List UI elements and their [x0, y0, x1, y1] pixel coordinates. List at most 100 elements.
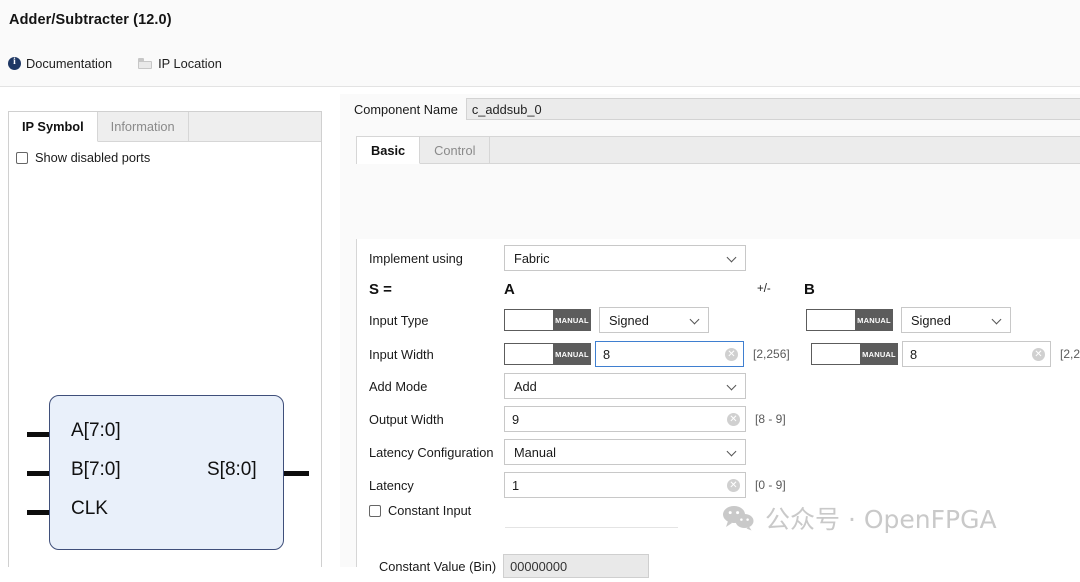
output-width-hint: [8 - 9]	[755, 412, 786, 426]
add-mode-row: Add Mode Add	[369, 373, 746, 399]
ip-symbol-diagram: A[7:0] B[7:0] CLK S[8:0]	[9, 382, 323, 582]
latency-configuration-label: Latency Configuration	[369, 445, 504, 460]
input-width-b-field[interactable]: 8 ✕	[902, 341, 1051, 367]
implement-using-row: Implement using Fabric	[369, 245, 746, 271]
toolbar: i Documentation IP Location	[0, 40, 1080, 87]
input-type-b-value: Signed	[911, 313, 951, 328]
section-divider	[505, 527, 678, 528]
documentation-button[interactable]: i Documentation	[6, 54, 114, 73]
tab-control-label: Control	[434, 143, 475, 158]
input-type-b-dropdown[interactable]: Signed	[901, 307, 1011, 333]
input-width-row: Input Width MANUAL 8 ✕ [2,256] MANUAL 8 …	[369, 341, 1080, 367]
tab-ip-symbol[interactable]: IP Symbol	[9, 112, 98, 142]
input-type-a-dropdown[interactable]: Signed	[599, 307, 709, 333]
input-width-a-value: 8	[603, 347, 725, 362]
add-mode-label: Add Mode	[369, 379, 504, 394]
chevron-down-icon	[728, 253, 738, 263]
input-type-a-toggle-label: MANUAL	[554, 310, 590, 330]
chevron-down-icon	[728, 447, 738, 457]
chevron-down-icon	[993, 315, 1003, 325]
input-width-a-field[interactable]: 8 ✕	[595, 341, 744, 367]
latency-configuration-row: Latency Configuration Manual	[369, 439, 746, 465]
clear-icon[interactable]: ✕	[1032, 348, 1045, 361]
input-type-b-toggle-label: MANUAL	[856, 310, 892, 330]
tab-basic[interactable]: Basic	[357, 137, 420, 164]
operator-label: +/-	[757, 283, 804, 295]
input-type-row: Input Type MANUAL Signed MANUAL Signed	[369, 307, 1011, 333]
ip-symbol-body: Show disabled ports A[7:0] B[7:0] CLK S[…	[9, 142, 321, 567]
tab-control[interactable]: Control	[420, 137, 490, 163]
pin-clk	[27, 510, 51, 515]
input-type-label: Input Type	[369, 313, 504, 328]
constant-input-checkbox[interactable]	[369, 505, 381, 517]
latency-label: Latency	[369, 478, 504, 493]
output-width-field[interactable]: 9 ✕	[504, 406, 746, 432]
constant-input-row[interactable]: Constant Input	[369, 503, 471, 518]
toggle-knob	[807, 310, 856, 330]
clear-icon[interactable]: ✕	[727, 479, 740, 492]
clear-icon[interactable]: ✕	[725, 348, 738, 361]
input-type-a-manual-toggle[interactable]: MANUAL	[504, 309, 591, 331]
latency-value: 1	[512, 478, 727, 493]
clear-icon[interactable]: ✕	[727, 413, 740, 426]
equation-result-label: S =	[369, 281, 504, 298]
ip-location-button[interactable]: IP Location	[136, 54, 224, 73]
implement-using-value: Fabric	[514, 251, 550, 266]
chevron-down-icon	[691, 315, 701, 325]
add-mode-value: Add	[514, 379, 537, 394]
constant-value-row: Constant Value (Bin) 00000000	[379, 554, 649, 578]
page-title: Adder/Subtracter (12.0)	[9, 12, 172, 28]
input-width-b-value: 8	[910, 347, 1032, 362]
implement-using-label: Implement using	[369, 251, 504, 266]
latency-row: Latency 1 ✕ [0 - 9]	[369, 472, 786, 498]
port-label-s: S[8:0]	[207, 459, 257, 481]
constant-input-label: Constant Input	[388, 503, 471, 518]
folder-icon	[138, 57, 153, 69]
toggle-knob	[505, 344, 554, 364]
input-width-a-hint: [2,256]	[753, 347, 811, 361]
equation-row: S = A +/- B	[369, 276, 815, 302]
window-titlebar: Adder/Subtracter (12.0)	[0, 0, 1080, 40]
ip-config-panel: Component Name c_addsub_0 Basic Control …	[340, 94, 1080, 567]
input-width-b-hint: [2,256]	[1060, 347, 1080, 361]
input-type-a-value: Signed	[609, 313, 649, 328]
pin-s	[283, 471, 309, 476]
input-width-a-toggle-label: MANUAL	[554, 344, 590, 364]
pin-a	[27, 432, 51, 437]
toggle-knob	[505, 310, 554, 330]
pin-b	[27, 471, 51, 476]
ip-location-label: IP Location	[158, 56, 222, 71]
latency-configuration-dropdown[interactable]: Manual	[504, 439, 746, 465]
component-name-label: Component Name	[354, 102, 458, 117]
input-width-b-manual-toggle[interactable]: MANUAL	[811, 343, 898, 365]
tab-basic-label: Basic	[371, 143, 405, 158]
latency-hint: [0 - 9]	[755, 478, 786, 492]
tab-information-label: Information	[111, 119, 175, 134]
chevron-down-icon	[728, 381, 738, 391]
config-tabstrip: Basic Control	[356, 136, 1080, 164]
tab-information[interactable]: Information	[98, 112, 189, 141]
port-label-a: A[7:0]	[71, 420, 121, 442]
show-disabled-ports-row[interactable]: Show disabled ports	[9, 142, 321, 165]
input-width-a-manual-toggle[interactable]: MANUAL	[504, 343, 591, 365]
constant-value-field[interactable]: 00000000	[503, 554, 649, 578]
operand-b-label: B	[804, 281, 815, 298]
show-disabled-ports-checkbox[interactable]	[16, 152, 28, 164]
output-width-value: 9	[512, 412, 727, 427]
component-name-row: Component Name c_addsub_0	[340, 94, 1080, 124]
output-width-label: Output Width	[369, 412, 504, 427]
component-name-input[interactable]: c_addsub_0	[466, 98, 1080, 120]
add-mode-dropdown[interactable]: Add	[504, 373, 746, 399]
left-panel-tabstrip: IP Symbol Information	[9, 112, 321, 142]
input-width-b-toggle-label: MANUAL	[861, 344, 897, 364]
toggle-knob	[812, 344, 861, 364]
implement-using-dropdown[interactable]: Fabric	[504, 245, 746, 271]
input-type-b-manual-toggle[interactable]: MANUAL	[806, 309, 893, 331]
latency-field[interactable]: 1 ✕	[504, 472, 746, 498]
documentation-label: Documentation	[26, 56, 112, 71]
input-width-label: Input Width	[369, 347, 504, 362]
output-width-row: Output Width 9 ✕ [8 - 9]	[369, 406, 786, 432]
show-disabled-ports-label: Show disabled ports	[35, 150, 150, 165]
port-label-b: B[7:0]	[71, 459, 121, 481]
tab-ip-symbol-label: IP Symbol	[22, 119, 84, 134]
